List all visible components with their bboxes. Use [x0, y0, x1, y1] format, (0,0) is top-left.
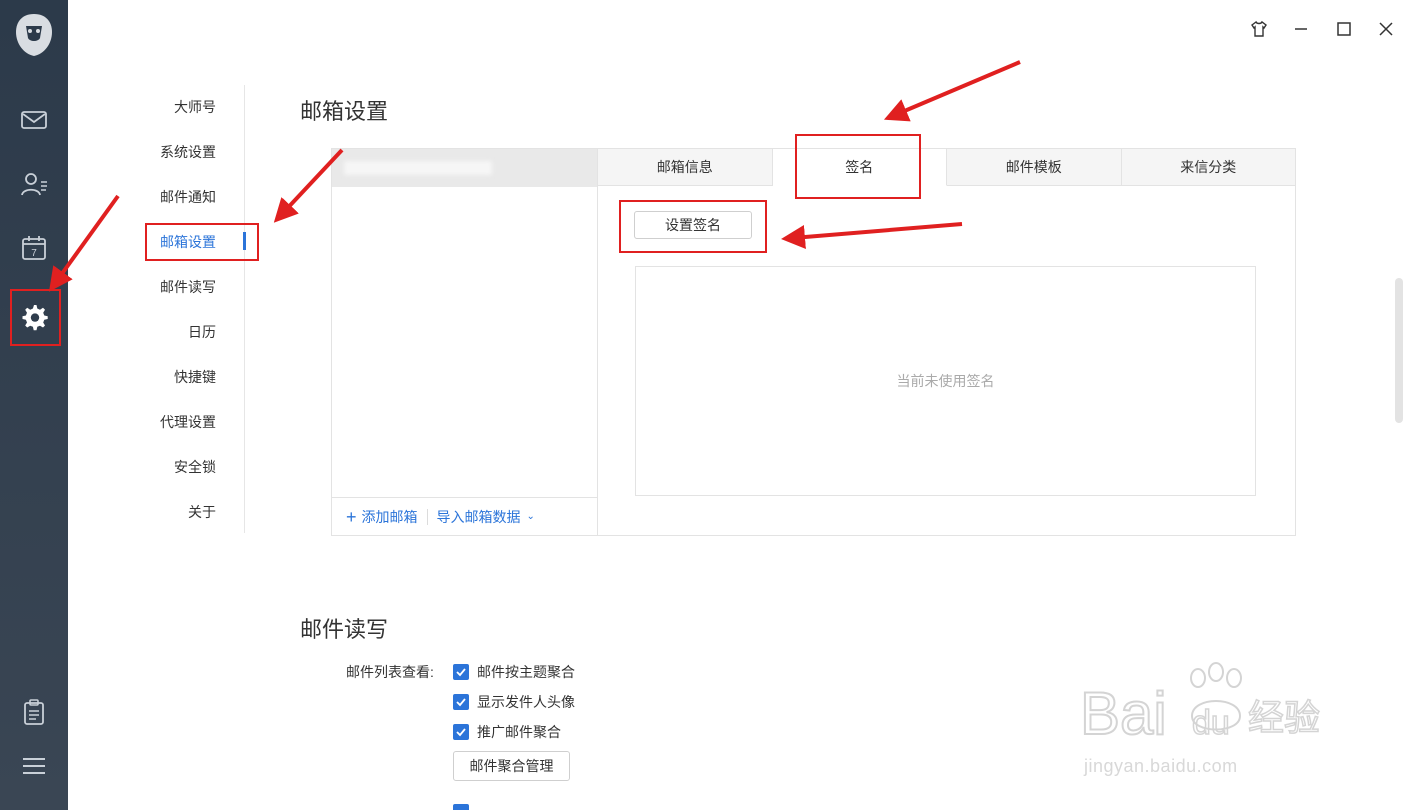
divider [426, 508, 428, 525]
calendar-day: 7 [31, 248, 37, 259]
annotation-box-settings [10, 289, 61, 346]
close-icon[interactable] [1373, 16, 1399, 42]
checkbox-checked-icon[interactable] [453, 804, 469, 810]
settings-nav: 大师号 系统设置 邮件通知 邮箱设置 邮件读写 日历 快捷键 代理设置 安全锁 … [130, 85, 246, 533]
minimize-icon[interactable] [1288, 16, 1314, 42]
mail-aggregate-manage-button[interactable]: 邮件聚合管理 [453, 751, 570, 781]
empty-signature-text: 当前未使用签名 [896, 373, 995, 389]
nav-item-about[interactable]: 关于 [188, 502, 216, 522]
arrow-to-signature-tab [883, 60, 1021, 122]
mailbox-tabs: 邮箱信息 签名 邮件模板 来信分类 [598, 149, 1295, 186]
option-label: 显示发件人头像 [477, 694, 575, 710]
chevron-down-icon[interactable]: ⌄ [527, 511, 535, 522]
nav-item-calendar[interactable]: 日历 [188, 322, 216, 342]
option-label: 推广邮件聚合 [477, 724, 561, 740]
app-sidebar-rail: 7 [0, 0, 68, 810]
account-row[interactable] [332, 149, 597, 187]
add-mailbox-link[interactable]: 添加邮箱 [362, 507, 418, 527]
signature-preview-box: 当前未使用签名 [635, 266, 1256, 496]
svg-text:经验: 经验 [1248, 698, 1320, 739]
option-promotion-aggregate[interactable]: 推广邮件聚合 [453, 722, 561, 742]
skin-icon[interactable] [1246, 16, 1272, 42]
contacts-icon[interactable] [16, 166, 52, 202]
nav-item-mail-read-write[interactable]: 邮件读写 [160, 277, 216, 297]
menu-icon[interactable] [16, 748, 52, 784]
option-show-sender-avatar[interactable]: 显示发件人头像 [453, 692, 575, 712]
option-label: 邮件按主题聚合 [477, 664, 575, 680]
mail-list-view-label: 邮件列表查看: [346, 664, 434, 680]
nav-item-security-lock[interactable]: 安全锁 [174, 457, 216, 477]
mailbox-settings-panel: + 添加邮箱 导入邮箱数据 ⌄ 邮箱信息 签名 邮件模板 来信分类 设置签名 当… [331, 148, 1296, 536]
tab-mailbox-info[interactable]: 邮箱信息 [598, 149, 773, 185]
account-list-footer: + 添加邮箱 导入邮箱数据 ⌄ [332, 497, 597, 535]
account-list: + 添加邮箱 导入邮箱数据 ⌄ [332, 149, 598, 535]
plus-icon[interactable]: + [346, 508, 357, 526]
annotation-box-signature-tab [795, 134, 921, 199]
nav-item-shortcuts[interactable]: 快捷键 [174, 367, 216, 387]
tab-inbox-classification[interactable]: 来信分类 [1122, 149, 1296, 185]
checkbox-checked-icon[interactable] [453, 664, 469, 680]
tab-mail-template[interactable]: 邮件模板 [947, 149, 1122, 185]
section-title-mail-read-write: 邮件读写 [300, 617, 389, 642]
checkbox-checked-icon[interactable] [453, 724, 469, 740]
app-logo-icon [14, 12, 54, 58]
scrollbar-thumb[interactable] [1395, 278, 1403, 423]
nav-item-master-account[interactable]: 大师号 [174, 97, 216, 117]
annotation-box-set-signature [619, 200, 767, 253]
mail-icon[interactable] [16, 102, 52, 138]
maximize-icon[interactable] [1331, 16, 1357, 42]
checkbox-checked-icon[interactable] [453, 694, 469, 710]
svg-text:du: du [1192, 704, 1230, 742]
nav-item-mail-notification[interactable]: 邮件通知 [160, 187, 216, 207]
section-title-mailbox-settings: 邮箱设置 [300, 99, 389, 124]
import-mailbox-data-link[interactable]: 导入邮箱数据 [437, 507, 521, 527]
nav-item-proxy-settings[interactable]: 代理设置 [160, 412, 216, 432]
svg-text:Bai: Bai [1080, 680, 1167, 747]
clipboard-icon[interactable] [16, 694, 52, 730]
annotation-box-mailbox-settings [145, 223, 259, 261]
calendar-icon[interactable]: 7 [16, 230, 52, 266]
nav-item-system-settings[interactable]: 系统设置 [160, 142, 216, 162]
watermark-url: jingyan.baidu.com [1084, 756, 1238, 776]
option-thread-aggregate[interactable]: 邮件按主题聚合 [453, 662, 575, 682]
